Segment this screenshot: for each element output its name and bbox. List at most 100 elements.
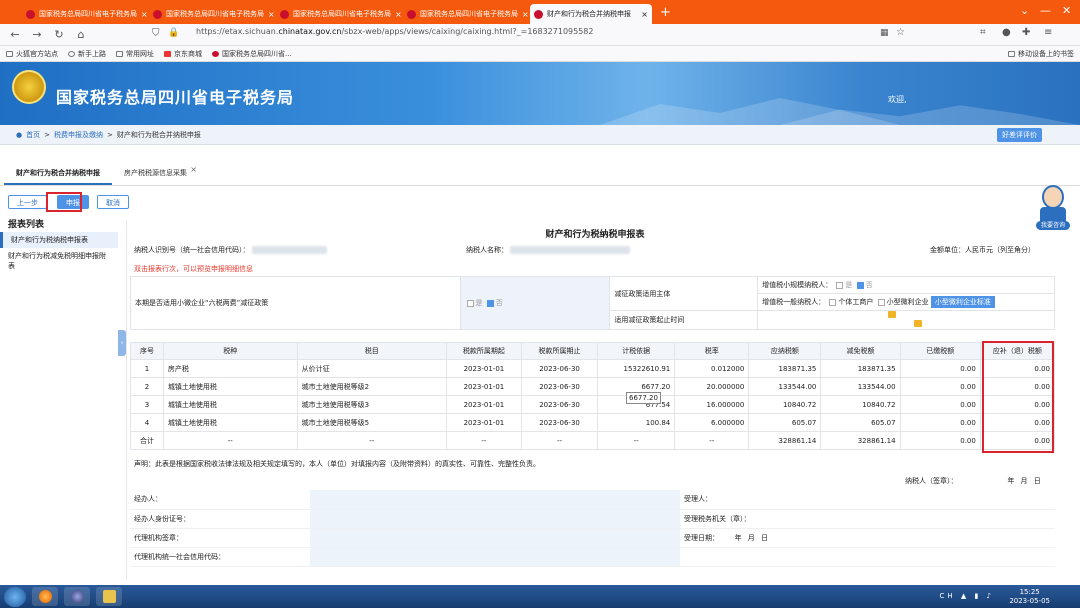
tab-combined-declaration[interactable]: 财产和行为税合并纳税申报 (4, 162, 112, 185)
browser-tab[interactable]: 国家税务总局四川省电子税务局 × (276, 4, 401, 24)
welcome-text: 欢迎, (888, 95, 907, 104)
browser-tab-title: 国家税务总局四川省电子税务局 (293, 10, 391, 18)
agency-seal-label: 代理机构签章： (130, 528, 310, 548)
bookmark-item[interactable]: 京东商城 (164, 49, 202, 59)
checkbox-no[interactable] (486, 299, 494, 307)
report-list-item[interactable]: 财产和行为税减免税明细申报附表 (0, 248, 118, 274)
prev-step-button[interactable]: 上一步 (8, 195, 47, 209)
close-icon[interactable]: × (641, 10, 648, 19)
checkbox-yes[interactable] (466, 299, 474, 307)
taskbar-clock[interactable]: 15:25 2023-05-05 (1009, 588, 1050, 606)
form-title: 财产和行为税纳税申报表 (545, 230, 645, 240)
start-button-icon[interactable] (4, 586, 26, 607)
language-indicator[interactable]: CH (939, 592, 955, 600)
mobile-bookmarks[interactable]: 移动设备上的书签 (1008, 49, 1074, 59)
cell: 2023-06-30 (520, 395, 599, 414)
tab-property-tax-source[interactable]: 房产税税源信息采集 × (112, 162, 199, 185)
reload-icon[interactable]: ↻ (48, 28, 70, 41)
close-icon[interactable]: × (190, 158, 197, 181)
back-arrow-icon[interactable]: ← (4, 28, 26, 41)
table-row[interactable]: 2 城镇土地使用税 城市土地使用税等级2 2023-01-01 2023-06-… (130, 377, 1056, 396)
close-icon[interactable]: × (395, 10, 401, 19)
folder-icon (102, 590, 116, 603)
close-icon[interactable]: × (522, 10, 528, 19)
consult-assistant[interactable]: 我要咨询 (1036, 183, 1070, 231)
browser-tab[interactable]: 国家税务总局四川省电子税务局 × (149, 4, 274, 24)
cell: 城镇土地使用税 (162, 395, 298, 414)
menu-icon[interactable]: ≡ (1044, 27, 1052, 38)
browser-tab[interactable]: 国家税务总局四川省电子税务局 × (22, 4, 147, 24)
cell: 328861.14 (748, 431, 822, 450)
breadcrumb-level1[interactable]: 税费申报及缴纳 (54, 130, 103, 140)
grid-icon[interactable]: ▦ (880, 28, 889, 38)
report-list-item[interactable]: 财产和行为税纳税申报表 (0, 232, 118, 248)
col-header: 应纳税额 (748, 342, 822, 360)
shield-icon[interactable]: ⛉ (152, 28, 160, 39)
list-tabs-icon[interactable]: ⌄ (1020, 4, 1029, 17)
chat-icon[interactable]: ● (1002, 27, 1011, 38)
cell: 城镇土地使用税 (162, 413, 298, 432)
checkbox-yes[interactable] (836, 281, 844, 289)
calendar-icon[interactable] (914, 320, 923, 327)
table-row[interactable]: 3 城镇土地使用税 城市土地使用税等级3 2023-01-01 2023-06-… (130, 395, 1056, 414)
taskbar-app-media[interactable] (64, 587, 90, 606)
cell: 0.00 (899, 395, 981, 414)
bookmark-item[interactable]: 新手上路 (68, 49, 106, 59)
puzzle-icon[interactable]: ✚ (1022, 27, 1030, 38)
cell: 城镇土地使用税 (162, 377, 298, 396)
jd-icon (164, 50, 171, 57)
checkbox-no[interactable] (856, 281, 864, 289)
gear-icon (68, 50, 75, 57)
browser-tab[interactable]: 国家税务总局四川省电子税务局 × (403, 4, 528, 24)
taskbar-app-explorer[interactable] (96, 587, 122, 606)
taskbar-app-firefox[interactable] (32, 587, 58, 606)
empty-cell (680, 547, 1055, 567)
lock-icon[interactable]: 🔒 (168, 28, 179, 38)
agent-input[interactable] (310, 490, 680, 510)
col-header: 税款所属期止 (520, 342, 599, 360)
taxpayer-name: 纳税人名称： (466, 245, 631, 255)
bookmark-item[interactable]: 常用网址 (116, 49, 154, 59)
calendar-icon[interactable] (888, 311, 897, 318)
checkbox-individual[interactable] (829, 298, 837, 306)
col-header: 税款所属期起 (445, 342, 522, 360)
home-icon[interactable]: ⌂ (70, 28, 92, 41)
breadcrumb-home[interactable]: 首页 (26, 130, 40, 140)
cell: 0.00 (899, 377, 981, 396)
policy-choice: 是 否 (459, 276, 611, 330)
agency-code-label: 代理机构统一社会信用代码： (130, 547, 310, 567)
browser-tab-active[interactable]: 财产和行为税合并纳税申报 × (530, 4, 652, 24)
minimize-icon[interactable]: — (1040, 4, 1051, 17)
agent-id-input[interactable] (310, 509, 680, 529)
bookmark-item[interactable]: 火狐官方站点 (6, 49, 58, 59)
bookmark-star-icon[interactable]: ☆ (896, 27, 905, 38)
agency-seal-input[interactable] (310, 528, 680, 548)
table-row[interactable]: 4 城镇土地使用税 城市土地使用税等级5 2023-01-01 2023-06-… (130, 413, 1056, 432)
col-header: 已缴税额 (899, 342, 981, 360)
small-micro-standard-button[interactable]: 小型微利企业标准 (930, 296, 995, 308)
tax-favicon-icon (153, 9, 162, 19)
new-tab-icon[interactable]: + (660, 5, 671, 20)
cell: 1 (130, 359, 164, 378)
cell: 2023-01-01 (445, 377, 522, 396)
rate-service-button[interactable]: 好差评评价 (997, 128, 1042, 142)
cell: 房产税 (162, 359, 298, 378)
collapse-sidebar-handle[interactable]: ‹ (118, 330, 126, 356)
cancel-button[interactable]: 取消 (97, 195, 129, 209)
bookmark-label: 火狐官方站点 (16, 49, 58, 58)
submit-highlight-box (46, 192, 82, 212)
close-icon[interactable]: × (141, 10, 147, 19)
table-row[interactable]: 1 房产税 从价计征 2023-01-01 2023-06-30 1532261… (130, 359, 1056, 378)
cell: 3 (130, 395, 164, 414)
breadcrumb-current: 财产和行为税合并纳税申报 (116, 130, 201, 139)
crop-icon[interactable]: ⌗ (980, 27, 986, 38)
close-icon[interactable]: × (268, 10, 274, 19)
bookmark-item[interactable]: 国家税务总局四川省... (212, 49, 292, 59)
report-list: 报表列表 财产和行为税纳税申报表 财产和行为税减免税明细申报附表 (0, 218, 118, 274)
close-window-icon[interactable]: ✕ (1062, 4, 1071, 17)
address-bar[interactable]: https://etax.sichuan.chinatax.gov.cn/sbz… (196, 27, 593, 36)
cell: 城市土地使用税等级2 (296, 377, 447, 396)
agency-code-input[interactable] (310, 547, 680, 567)
forward-arrow-icon[interactable]: → (26, 28, 48, 41)
checkbox-small-micro[interactable] (877, 298, 885, 306)
